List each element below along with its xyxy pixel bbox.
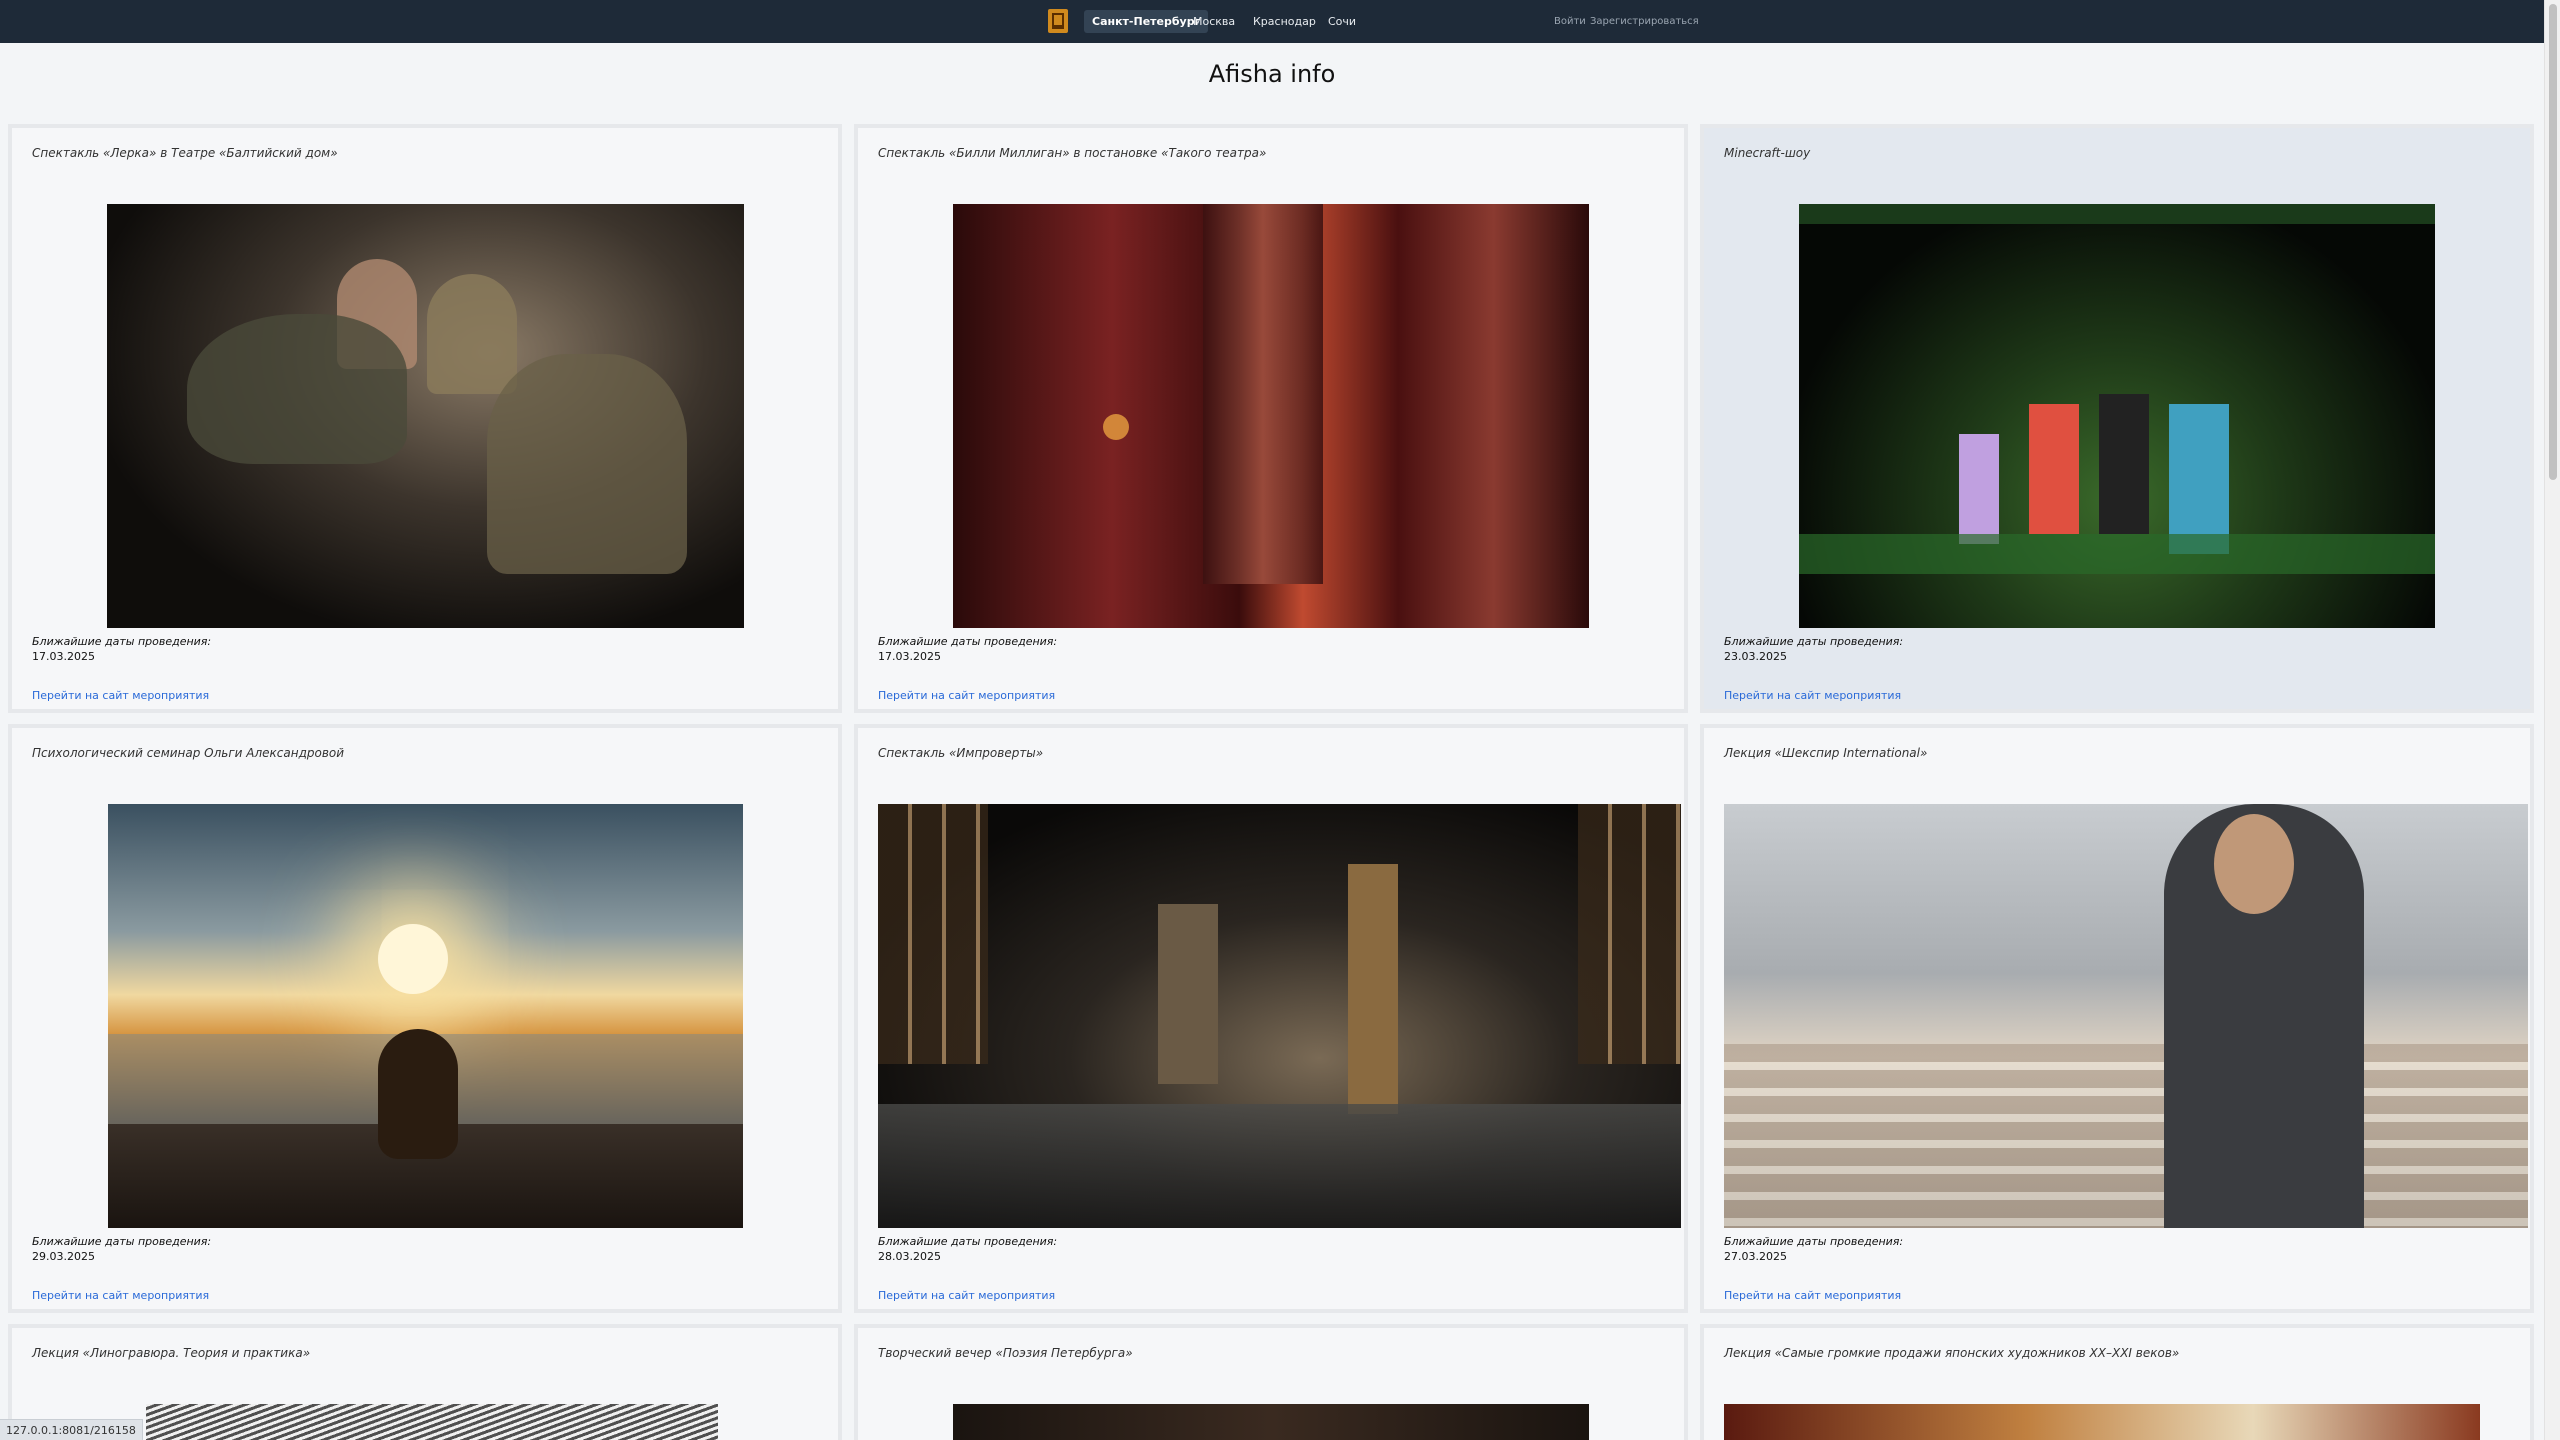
event-image [107, 204, 744, 628]
event-site-link[interactable]: Перейти на сайт мероприятия [878, 1289, 1055, 1302]
event-image [146, 1404, 718, 1440]
event-title: Спектакль «Лерка» в Театре «Балтийский д… [32, 146, 338, 160]
event-date: 17.03.2025 [878, 650, 941, 663]
page-title: Afisha info [1208, 60, 1336, 88]
event-title: Спектакль «Импроверты» [878, 746, 1044, 760]
event-title: Творческий вечер «Поэзия Петербурга» [878, 1346, 1133, 1360]
login-link[interactable]: Войти [1554, 10, 1586, 33]
event-image [878, 804, 1681, 1228]
event-date: 23.03.2025 [1724, 650, 1787, 663]
dates-label: Ближайшие даты проведения: [32, 1235, 212, 1248]
event-title: Лекция «Самые громкие продажи японских х… [1724, 1346, 2180, 1360]
dates-label: Ближайшие даты проведения: [32, 635, 212, 648]
event-card: Спектакль «Лерка» в Театре «Балтийский д… [8, 124, 842, 713]
dates-label: Ближайшие даты проведения: [1724, 635, 1904, 648]
event-card: Спектакль «Импроверты» Ближайшие даты пр… [854, 724, 1688, 1313]
event-date: 17.03.2025 [32, 650, 95, 663]
event-date: 28.03.2025 [878, 1250, 941, 1263]
dates-label: Ближайшие даты проведения: [1724, 1235, 1904, 1248]
event-title: Психологический семинар Ольги Александро… [32, 746, 345, 760]
event-image [108, 804, 743, 1228]
event-title: Лекция «Линогравюра. Теория и практика» [32, 1346, 311, 1360]
event-site-link[interactable]: Перейти на сайт мероприятия [1724, 1289, 1901, 1302]
top-navbar: Санкт-Петербург Москва Краснодар Сочи Во… [0, 0, 2544, 43]
event-card: Лекция «Шекспир International» Ближайшие… [1700, 724, 2534, 1313]
event-image [1724, 804, 2528, 1228]
event-image [953, 204, 1589, 628]
event-title: Minecraft-шоу [1724, 146, 1811, 160]
event-site-link[interactable]: Перейти на сайт мероприятия [878, 689, 1055, 702]
dates-label: Ближайшие даты проведения: [878, 635, 1058, 648]
city-tab-krasnodar[interactable]: Краснодар [1245, 10, 1324, 33]
event-card: Minecraft-шоу Ближайшие даты проведения:… [1700, 124, 2534, 713]
event-image [953, 1404, 1589, 1440]
city-tab-moscow[interactable]: Москва [1185, 10, 1243, 33]
event-card: Лекция «Самые громкие продажи японских х… [1700, 1324, 2534, 1440]
event-site-link[interactable]: Перейти на сайт мероприятия [32, 1289, 209, 1302]
event-date: 29.03.2025 [32, 1250, 95, 1263]
afisha-logo-icon[interactable] [1048, 9, 1068, 33]
event-date: 27.03.2025 [1724, 1250, 1787, 1263]
register-link[interactable]: Зарегистрироваться [1590, 10, 1699, 33]
event-title: Спектакль «Билли Миллиган» в постановке … [878, 146, 1267, 160]
event-image [1724, 1404, 2480, 1440]
dates-label: Ближайшие даты проведения: [878, 1235, 1058, 1248]
event-site-link[interactable]: Перейти на сайт мероприятия [32, 689, 209, 702]
event-title: Лекция «Шекспир International» [1724, 746, 1928, 760]
scrollbar-thumb[interactable] [2549, 4, 2557, 480]
event-site-link[interactable]: Перейти на сайт мероприятия [1724, 689, 1901, 702]
event-card: Творческий вечер «Поэзия Петербурга» [854, 1324, 1688, 1440]
event-card: Спектакль «Билли Миллиган» в постановке … [854, 124, 1688, 713]
event-card: Психологический семинар Ольги Александро… [8, 724, 842, 1313]
status-bar-url: 127.0.0.1:8081/216158 [0, 1419, 143, 1440]
page-scrollbar[interactable] [2544, 0, 2560, 1440]
city-tab-sochi[interactable]: Сочи [1320, 10, 1364, 33]
event-image [1799, 204, 2435, 628]
